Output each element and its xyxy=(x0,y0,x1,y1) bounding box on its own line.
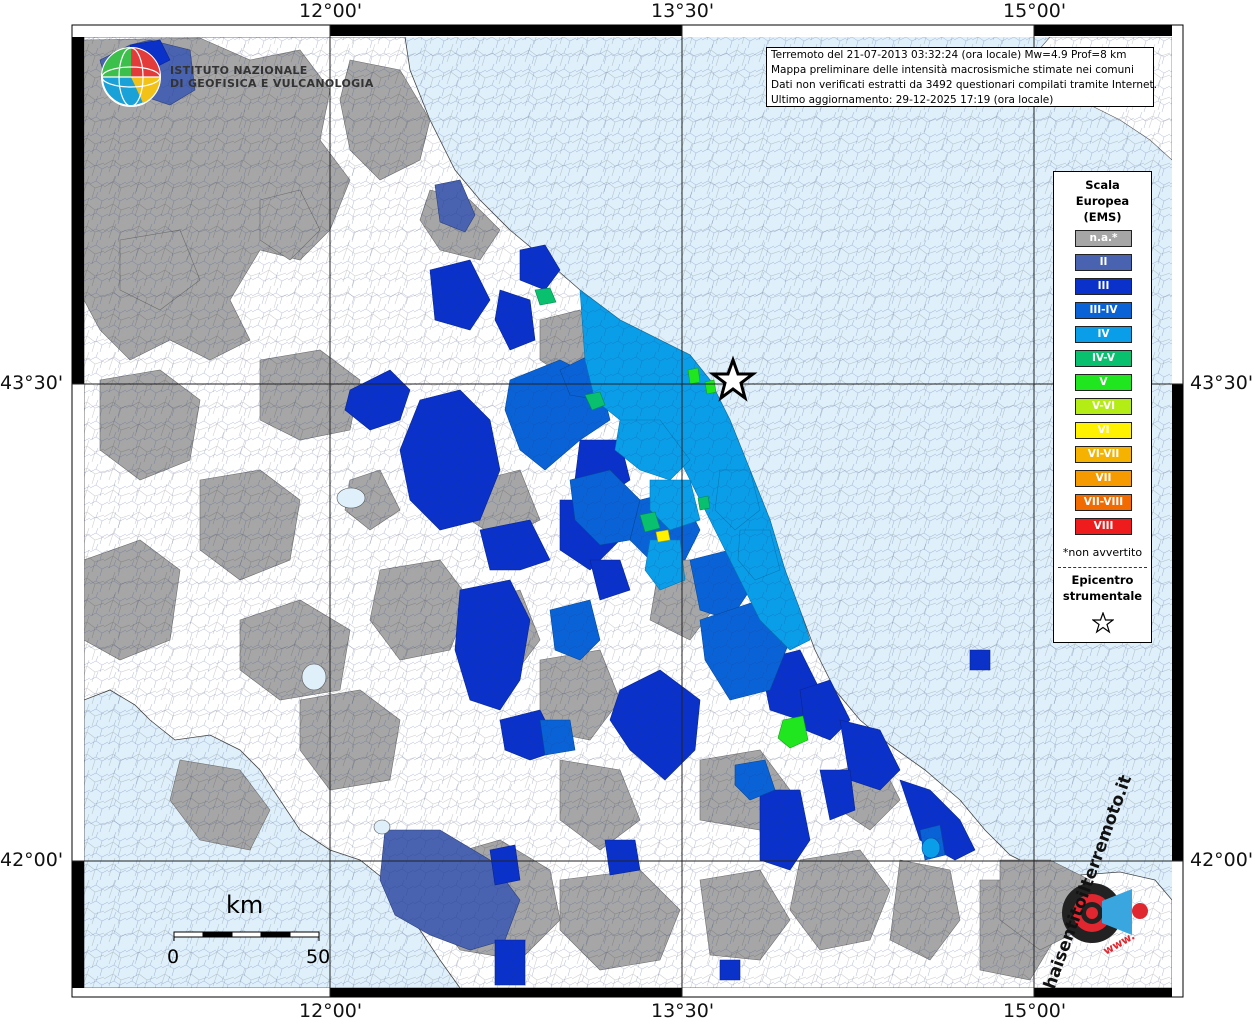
scale-bar-unit: km xyxy=(226,891,264,919)
ems-legend: Scala Europea (EMS) n.a.* II III III-IV IV IV… xyxy=(1053,171,1152,643)
legend-swatch: II xyxy=(1075,254,1132,271)
event-info-line: Ultimo aggiornamento: 29-12-2025 17:19 (… xyxy=(771,94,1054,106)
legend-swatch: VIII xyxy=(1075,518,1132,535)
legend-title: Scala Europea (EMS) xyxy=(1054,177,1151,225)
legend-epicenter-label: Epicentro strumentale xyxy=(1054,572,1151,604)
legend-swatch: IV xyxy=(1075,326,1132,343)
star-outline-icon xyxy=(1092,612,1114,634)
legend-swatch: V-VI xyxy=(1075,398,1132,415)
legend-title-line: Scala xyxy=(1085,178,1120,192)
ingv-globe-icon xyxy=(101,47,161,107)
lon-tick-label: 13°30' xyxy=(651,0,715,22)
legend-swatch: III xyxy=(1075,278,1132,295)
legend-title-line: Europea xyxy=(1075,194,1130,208)
legend-swatch: III-IV xyxy=(1075,302,1132,319)
lat-tick-label: 43°30' xyxy=(1190,372,1254,394)
lon-tick-label: 13°30' xyxy=(651,1000,715,1022)
lon-tick-label: 15°00' xyxy=(1003,0,1067,22)
event-info-line: Dati non verificati estratti da 3492 que… xyxy=(771,79,1157,91)
lon-tick-label: 12°00' xyxy=(299,1000,363,1022)
lat-tick-label: 42°00' xyxy=(0,849,64,871)
legend-swatch: VI xyxy=(1075,422,1132,439)
legend-note: *non avvertito xyxy=(1062,546,1143,559)
lake-region xyxy=(921,837,941,859)
ingv-logo-text: ISTITUTO NAZIONALE DI GEOFISICA E VULCAN… xyxy=(170,64,374,90)
ingv-logo-line: ISTITUTO NAZIONALE xyxy=(170,64,308,77)
legend-epicenter-line: strumentale xyxy=(1062,589,1143,603)
lat-tick-label: 42°00' xyxy=(1190,849,1254,871)
lon-tick-label: 12°00' xyxy=(299,0,363,22)
legend-swatch: IV-V xyxy=(1075,350,1132,367)
event-info-line: Terremoto del 21-07-2013 03:32:24 (ora l… xyxy=(771,49,1127,61)
scale-bar-start: 0 xyxy=(167,946,180,968)
legend-swatch: VII-VIII xyxy=(1075,494,1132,511)
lake-bracciano xyxy=(373,819,391,835)
scale-bar-end: 50 xyxy=(306,946,331,968)
lat-tick-label: 43°30' xyxy=(0,372,64,394)
lon-tick-label: 15°00' xyxy=(1003,1000,1067,1022)
legend-title-line: (EMS) xyxy=(1083,210,1122,224)
legend-epicenter-line: Epicentro xyxy=(1071,573,1134,587)
legend-swatch: n.a.* xyxy=(1075,230,1132,247)
lake-trasimeno xyxy=(336,487,366,509)
legend-swatch: V xyxy=(1075,374,1132,391)
legend-swatch: VI-VII xyxy=(1075,446,1132,463)
event-info-box: Terremoto del 21-07-2013 03:32:24 (ora l… xyxy=(766,47,1157,107)
ingv-logo-line: DI GEOFISICA E VULCANOLOGIA xyxy=(170,77,374,90)
region-vi xyxy=(655,529,671,543)
lake-bolsena xyxy=(301,663,327,691)
legend-swatch: VII xyxy=(1075,470,1132,487)
event-info-line: Mappa preliminare delle intensità macros… xyxy=(771,64,1134,76)
legend-divider xyxy=(1058,567,1147,568)
